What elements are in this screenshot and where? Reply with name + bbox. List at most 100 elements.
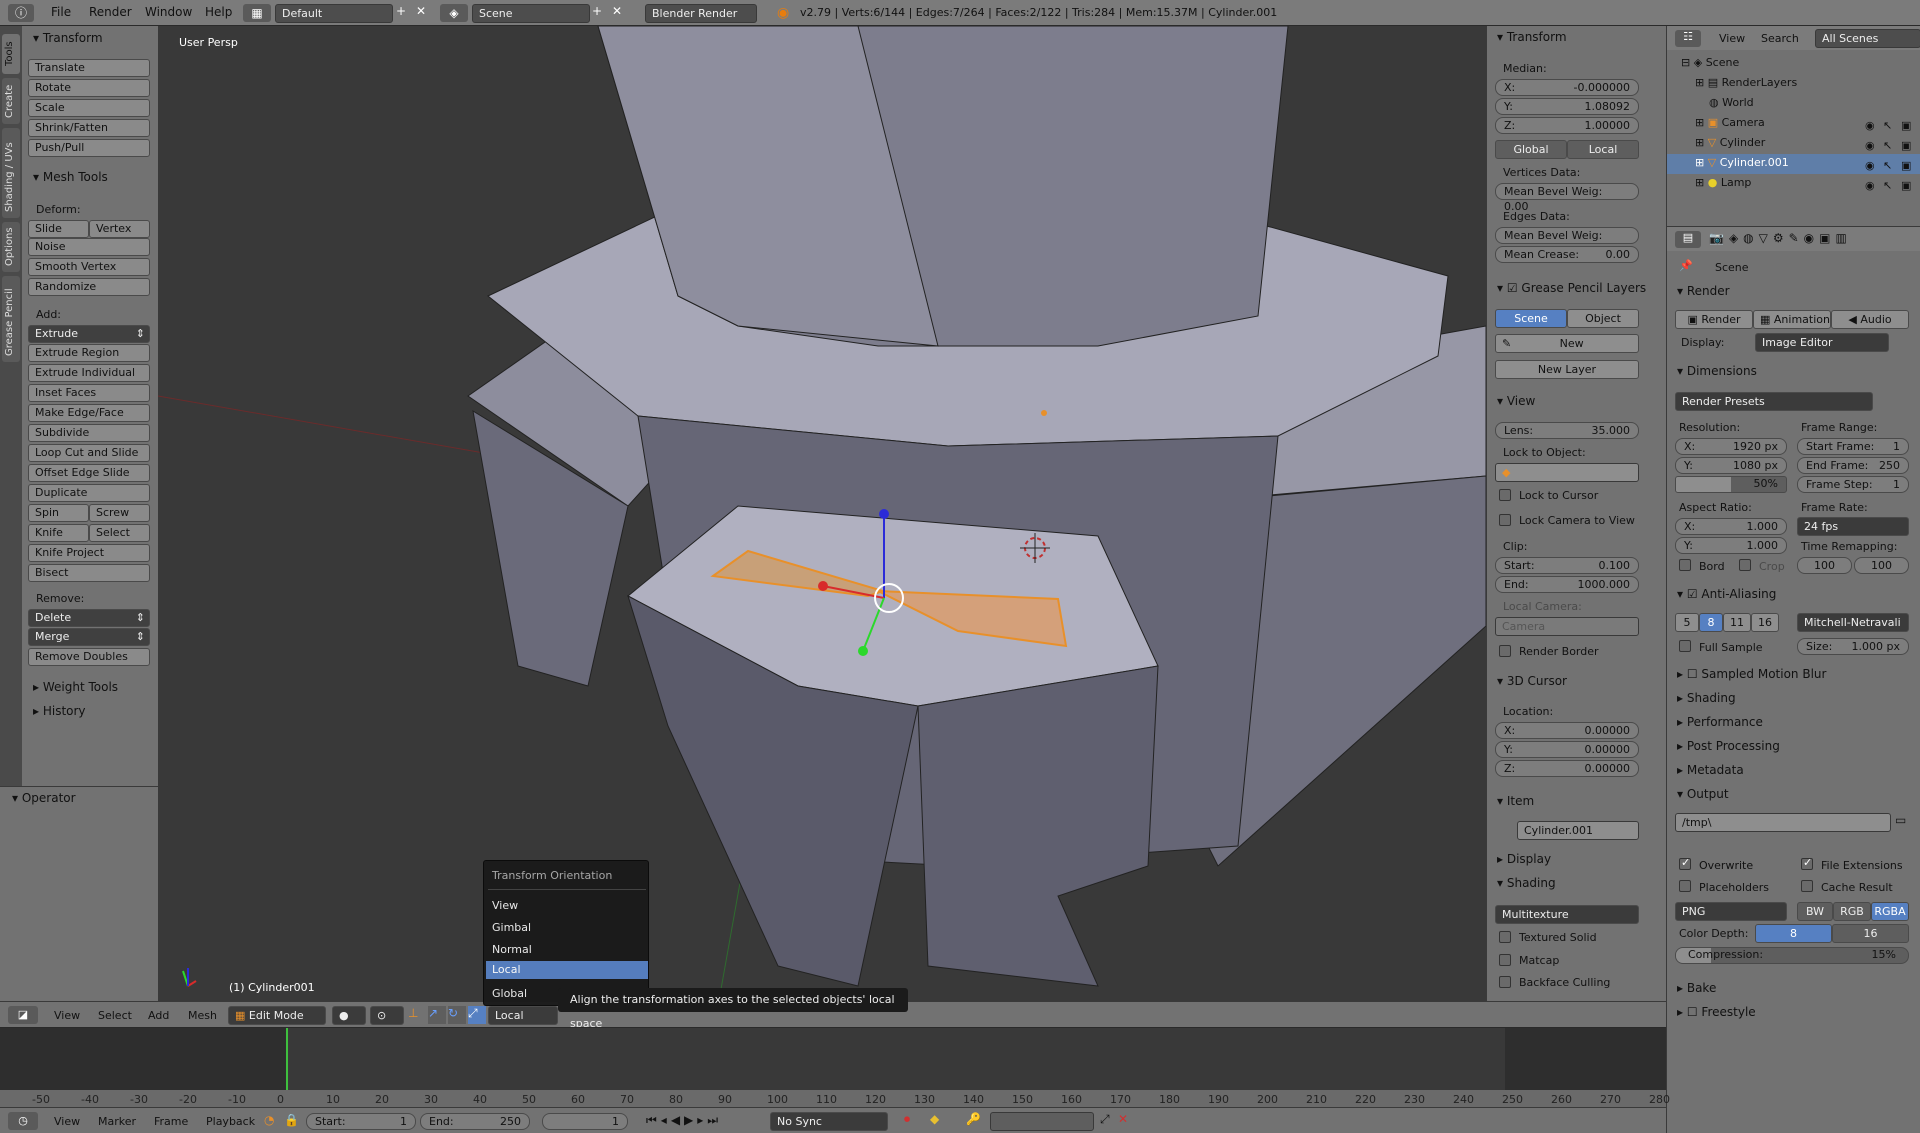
tab-create[interactable]: Create: [2, 78, 20, 124]
depth-16-toggle[interactable]: 16: [1832, 924, 1909, 943]
current-frame-line[interactable]: [286, 1028, 288, 1094]
timeline-start-field[interactable]: Start: 1: [306, 1113, 416, 1130]
knife-button[interactable]: Knife: [28, 524, 89, 542]
fps-select[interactable]: 24 fps: [1797, 517, 1909, 536]
push-pull-button[interactable]: Push/Pull: [28, 139, 150, 157]
mesh-menu[interactable]: Mesh: [188, 1009, 217, 1022]
tab-shading-uvs[interactable]: Shading / UVs: [2, 128, 20, 218]
res-y-field[interactable]: Y: 1080 px: [1675, 457, 1787, 474]
outliner-row-scene[interactable]: ⊟ ◈ Scene: [1681, 56, 1739, 69]
local-camera-field[interactable]: Camera: [1495, 617, 1639, 636]
noise-button[interactable]: Noise: [28, 238, 150, 256]
remap-new-field[interactable]: 100: [1854, 557, 1909, 574]
lens-field[interactable]: Lens: 35.000: [1495, 422, 1639, 439]
outliner-row-world[interactable]: ◍ World: [1709, 96, 1754, 109]
transform-panel-header[interactable]: ▾ Transform: [33, 31, 103, 45]
compression-slider[interactable]: Compression: 15%: [1675, 947, 1909, 964]
shading-mode-select[interactable]: ●: [332, 1006, 366, 1025]
keying-set-field[interactable]: [990, 1112, 1094, 1131]
properties-editor-icon[interactable]: ▤: [1675, 231, 1701, 248]
bisect-button[interactable]: Bisect: [28, 564, 150, 582]
shading-header[interactable]: ▸ Shading: [1677, 691, 1736, 705]
file-extensions-checkbox[interactable]: [1801, 856, 1813, 870]
file-format-select[interactable]: PNG: [1675, 902, 1787, 921]
select-arrow-icon[interactable]: ↖ ↖ ↖ ↖: [1883, 116, 1892, 196]
layout-remove-icon[interactable]: ✕: [413, 4, 429, 22]
mean-crease-field[interactable]: Mean Crease: 0.00: [1495, 246, 1639, 263]
sampled-motion-header[interactable]: ▸ ☐ Sampled Motion Blur: [1677, 667, 1826, 681]
delete-key-icon[interactable]: ✕: [1118, 1112, 1128, 1126]
median-z-field[interactable]: Z: 1.00000: [1495, 117, 1639, 134]
cache-result-checkbox[interactable]: [1801, 880, 1813, 892]
scene-field[interactable]: Scene: [472, 4, 590, 23]
rgba-toggle[interactable]: RGBA: [1871, 902, 1909, 921]
bake-header[interactable]: ▸ Bake: [1677, 981, 1716, 995]
translate-manipulator-icon[interactable]: ↗: [428, 1006, 446, 1024]
frame-step-field[interactable]: Frame Step: 1: [1797, 476, 1909, 493]
n-transform-header[interactable]: ▾ Transform: [1497, 30, 1567, 44]
layout-icon[interactable]: ▦: [243, 4, 271, 22]
randomize-button[interactable]: Randomize: [28, 278, 150, 296]
crop-checkbox[interactable]: [1739, 559, 1751, 571]
item-name-field[interactable]: Cylinder.001: [1517, 821, 1639, 840]
timeline-end-field[interactable]: End: 250: [420, 1113, 530, 1130]
sync-select[interactable]: No Sync: [770, 1112, 888, 1131]
render-presets-select[interactable]: Render Presets: [1675, 392, 1873, 411]
outliner-row-renderlayers[interactable]: ⊞ ▤ RenderLayers: [1695, 76, 1797, 89]
layout-add-icon[interactable]: +: [393, 4, 409, 22]
shading-panel-header[interactable]: ▾ Shading: [1497, 876, 1556, 890]
outliner-row-lamp[interactable]: ⊞ ● Lamp: [1695, 176, 1751, 189]
visibility-eye-icon[interactable]: ◉ ◉ ◉ ◉: [1865, 116, 1875, 196]
cursor-panel-header[interactable]: ▾ 3D Cursor: [1497, 674, 1567, 688]
record-icon[interactable]: ⏺: [904, 1112, 910, 1127]
res-x-field[interactable]: X: 1920 px: [1675, 438, 1787, 455]
marker-menu[interactable]: Marker: [98, 1115, 136, 1128]
textured-solid-checkbox[interactable]: [1499, 931, 1511, 943]
aspect-x-field[interactable]: X: 1.000: [1675, 518, 1787, 535]
orientation-option-view[interactable]: View: [492, 899, 518, 912]
lock-object-field[interactable]: ◆: [1495, 463, 1639, 482]
display-mode-select[interactable]: All Scenes: [1815, 29, 1920, 48]
folder-icon[interactable]: ▭: [1895, 813, 1911, 832]
aa-size-field[interactable]: Size: 1.000 px: [1797, 638, 1909, 655]
animation-button[interactable]: ▦ Animation: [1753, 310, 1831, 329]
cursor-y-field[interactable]: Y: 0.00000: [1495, 741, 1639, 758]
duplicate-button[interactable]: Duplicate: [28, 484, 150, 502]
aa-filter-select[interactable]: Mitchell-Netravali: [1797, 613, 1909, 632]
render-camera-icon[interactable]: ▣ ▣ ▣ ▣: [1901, 116, 1911, 196]
extrude-dropdown[interactable]: Extrude ⇕: [28, 325, 150, 343]
multitexture-select[interactable]: Multitexture: [1495, 905, 1639, 924]
menu-window[interactable]: Window: [145, 5, 192, 19]
tab-options[interactable]: Options: [2, 222, 20, 272]
gp-scene-toggle[interactable]: Scene: [1495, 309, 1567, 328]
bw-toggle[interactable]: BW: [1797, 902, 1833, 921]
rotate-button[interactable]: Rotate: [28, 79, 150, 97]
audio-button[interactable]: ◀ Audio: [1831, 310, 1909, 329]
render-button[interactable]: ▣ Render: [1675, 310, 1753, 329]
mean-bevel-edge-field[interactable]: Mean Bevel Weig: 0.00: [1495, 227, 1639, 257]
display-select[interactable]: Image Editor: [1755, 333, 1889, 352]
backface-checkbox[interactable]: [1499, 976, 1511, 988]
tab-grease-pencil[interactable]: Grease Pencil: [2, 276, 20, 362]
item-panel-header[interactable]: ▾ Item: [1497, 794, 1534, 808]
remove-doubles-button[interactable]: Remove Doubles: [28, 648, 150, 666]
outliner-editor-icon[interactable]: ☷: [1675, 30, 1701, 47]
display-panel-header[interactable]: ▸ Display: [1497, 852, 1551, 866]
mode-select[interactable]: ▦ Edit Mode: [228, 1006, 326, 1025]
placeholders-checkbox[interactable]: [1679, 880, 1691, 892]
scene-add-icon[interactable]: +: [592, 4, 608, 18]
outliner-search-menu[interactable]: Search: [1761, 32, 1799, 45]
aa-8-toggle[interactable]: 8: [1699, 613, 1723, 632]
anti-aliasing-header[interactable]: ▾ ☑ Anti-Aliasing: [1677, 587, 1776, 601]
view-panel-header[interactable]: ▾ View: [1497, 394, 1535, 408]
spin-button[interactable]: Spin: [28, 504, 89, 522]
res-percent-slider[interactable]: 50%: [1675, 476, 1787, 493]
select-menu[interactable]: Select: [98, 1009, 132, 1022]
scene-icon[interactable]: ◈: [440, 4, 468, 22]
pin-icon[interactable]: 📌: [1679, 259, 1693, 272]
menu-render[interactable]: Render: [89, 5, 132, 19]
knife-select-button[interactable]: Select: [89, 524, 150, 542]
info-editor-icon[interactable]: ⓘ: [8, 4, 34, 22]
menu-help[interactable]: Help: [205, 5, 232, 19]
inset-faces-button[interactable]: Inset Faces: [28, 384, 150, 402]
